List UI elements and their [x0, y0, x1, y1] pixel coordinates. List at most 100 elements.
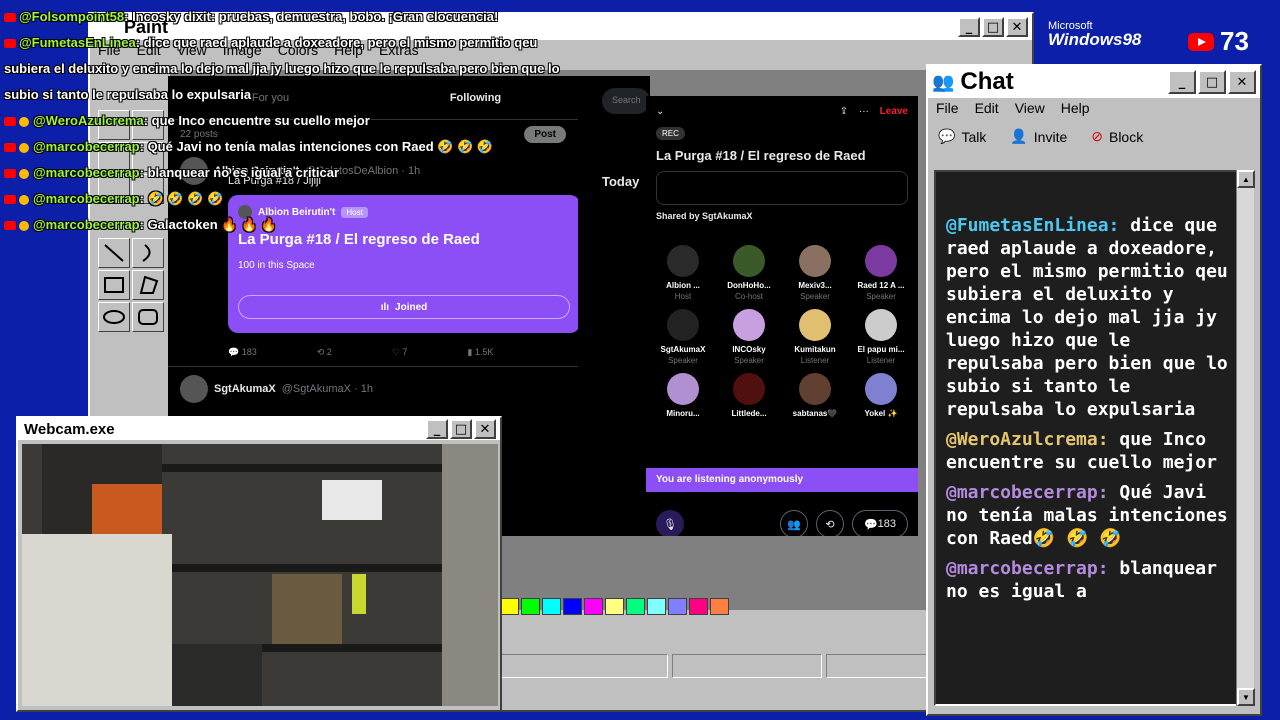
palette-color[interactable]	[626, 598, 645, 615]
avatar	[799, 373, 831, 405]
leave-button[interactable]: Leave	[880, 106, 908, 117]
star-icon	[19, 194, 29, 205]
tweet[interactable]: SgtAkumaX @SgtAkumaX · 1h	[168, 366, 578, 411]
palette-color[interactable]	[647, 598, 666, 615]
star-icon	[19, 220, 29, 231]
close-button[interactable]: ✕	[474, 419, 496, 439]
more-icon[interactable]: ···	[859, 106, 869, 117]
overlay-username: @marcobecerrap	[33, 191, 140, 206]
search-input[interactable]: Search	[602, 88, 650, 114]
reply-button[interactable]: 💬 183	[228, 347, 257, 358]
chat-people-icon: 👥	[932, 71, 955, 92]
overlay-username: @marcobecerrap	[33, 139, 140, 154]
overlay-message: @WeroAzulcrema: que Inco encuentre su cu…	[4, 108, 564, 134]
avatar	[865, 309, 897, 341]
maximize-button[interactable]: □	[982, 17, 1004, 37]
webcam-titlebar: Webcam.exe _ □ ✕	[18, 418, 500, 440]
speaker-name: Raed 12 A ...	[857, 281, 905, 290]
maximize-button[interactable]: □	[450, 419, 472, 439]
chat-window: 👥 Chat _ □ ✕ File Edit View Help 💬 Talk 👤…	[926, 64, 1262, 716]
like-button[interactable]: ♡ 7	[392, 347, 408, 358]
repost-button[interactable]: ⟲ 2	[317, 347, 332, 358]
youtube-icon	[4, 143, 16, 153]
talk-button[interactable]: 💬 Talk	[938, 128, 986, 145]
microphone-icon[interactable]: 🎙	[656, 510, 684, 536]
avatar	[667, 309, 699, 341]
speaker[interactable]: sabtanas🖤	[782, 373, 848, 420]
palette-color[interactable]	[500, 598, 519, 615]
chat-messages[interactable]: @FumetasEnLinea: dice que raed aplaude a…	[934, 170, 1240, 706]
invite-button[interactable]: 👤 Invite	[1010, 128, 1067, 145]
block-button[interactable]: ⊘ Block	[1091, 128, 1143, 145]
webcam-window: Webcam.exe _ □ ✕	[16, 416, 502, 712]
speaker-name: Albion ...	[666, 281, 700, 290]
scroll-down-icon[interactable]: ▼	[1237, 688, 1255, 706]
share-icon[interactable]: ⇪	[840, 106, 848, 117]
palette-color[interactable]	[689, 598, 708, 615]
speaker[interactable]: El papu mi... Listener	[848, 309, 914, 365]
minimize-button[interactable]: _	[958, 17, 980, 37]
chat-username: @marcobecerrap:	[946, 558, 1109, 579]
minimize-button[interactable]: _	[1168, 70, 1196, 94]
people-icon[interactable]: 👥	[780, 510, 808, 536]
views-button[interactable]: ▮ 1.5K	[467, 347, 493, 358]
listening-banner: You are listening anonymously	[646, 468, 918, 492]
speaker-grid: Albion ... Host DonHoHo... Co-host Mexiv3...…	[646, 245, 918, 420]
speaker[interactable]: DonHoHo... Co-host	[716, 245, 782, 301]
speaker[interactable]: Minoru...	[650, 373, 716, 420]
menu-edit[interactable]: Edit	[975, 100, 999, 116]
close-button[interactable]: ✕	[1006, 17, 1028, 37]
speaker[interactable]: Littlede...	[716, 373, 782, 420]
overlay-username: @marcobecerrap	[33, 165, 140, 180]
speaker[interactable]: Mexiv3... Speaker	[782, 245, 848, 301]
chat-scrollbar[interactable]: ▲ ▼	[1236, 170, 1255, 706]
speaker[interactable]: Albion ... Host	[650, 245, 716, 301]
menu-file[interactable]: File	[936, 100, 959, 116]
avatar[interactable]	[180, 375, 208, 403]
palette-color[interactable]	[668, 598, 687, 615]
menu-view[interactable]: View	[1015, 100, 1045, 116]
speaker-name: Littlede...	[731, 409, 767, 418]
curve-tool-icon[interactable]	[132, 238, 164, 268]
twitter-sidebar: Search Today	[578, 76, 650, 536]
viewer-counter: 73	[1188, 26, 1249, 57]
ellipse-tool-icon[interactable]	[98, 302, 130, 332]
palette-color[interactable]	[710, 598, 729, 615]
speaker[interactable]: Yokel ✨	[848, 373, 914, 420]
minimize-button[interactable]: _	[426, 419, 448, 439]
speaker[interactable]: INCOsky Speaker	[716, 309, 782, 365]
polygon-tool-icon[interactable]	[132, 270, 164, 300]
rectangle-tool-icon[interactable]	[98, 270, 130, 300]
close-button[interactable]: ✕	[1228, 70, 1256, 94]
speaker-name: Kumitakun	[794, 345, 836, 354]
palette-color[interactable]	[563, 598, 582, 615]
chat-title: Chat	[960, 68, 1014, 95]
speaker-role: Speaker	[734, 356, 764, 365]
maximize-button[interactable]: □	[1198, 70, 1226, 94]
rounded-rect-tool-icon[interactable]	[132, 302, 164, 332]
tweet-actions: 💬 183 ⟲ 2 ♡ 7 ▮ 1.5K	[228, 347, 566, 358]
speaker-name: sabtanas🖤	[792, 409, 838, 418]
palette-color[interactable]	[605, 598, 624, 615]
palette-color[interactable]	[521, 598, 540, 615]
speaker[interactable]: Raed 12 A ... Speaker	[848, 245, 914, 301]
collapse-icon[interactable]: ⌄	[656, 106, 664, 117]
tweet-author[interactable]: SgtAkumaX	[214, 383, 276, 395]
speaker-name: El papu mi...	[857, 345, 905, 354]
palette-color[interactable]	[542, 598, 561, 615]
replies-button[interactable]: 💬 183	[852, 510, 908, 536]
avatar	[733, 373, 765, 405]
chat-username: @marcobecerrap:	[946, 482, 1109, 503]
chat-message: @marcobecerrap: Qué Javi no tenía malas …	[946, 481, 1228, 550]
scroll-up-icon[interactable]: ▲	[1237, 170, 1255, 188]
repost-icon[interactable]: ⟲	[816, 510, 844, 536]
menu-help[interactable]: Help	[1061, 100, 1090, 116]
invite-icon: 👤	[1010, 128, 1028, 144]
avatar	[865, 373, 897, 405]
joined-button[interactable]: ılı Joined	[238, 295, 570, 319]
windows-label: Windows98	[1048, 30, 1142, 49]
palette-color[interactable]	[584, 598, 603, 615]
line-tool-icon[interactable]	[98, 238, 130, 268]
speaker[interactable]: Kumitakun Listener	[782, 309, 848, 365]
speaker[interactable]: SgtAkumaX Speaker	[650, 309, 716, 365]
